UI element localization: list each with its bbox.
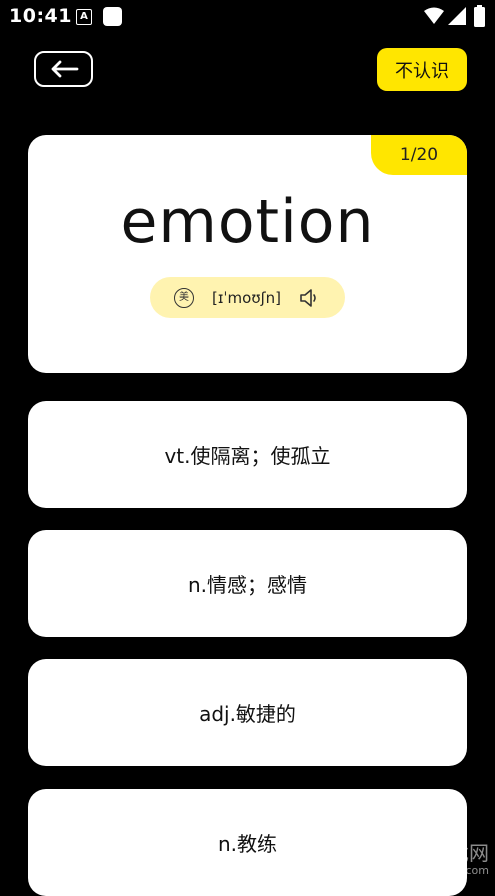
arrow-left-icon (51, 60, 78, 78)
watermark-main: 007游戏网 (390, 841, 489, 865)
word-text: emotion (120, 187, 375, 257)
option-card[interactable]: n.情感；感情 (28, 530, 467, 637)
notification-a-icon: A (76, 9, 92, 25)
pronunciation-button[interactable]: 美 [ɪˈmoʊʃn] (150, 277, 345, 318)
status-time: 10:41 (9, 5, 72, 27)
phonetic-text: [ɪˈmoʊʃn] (211, 288, 281, 307)
wifi-icon (424, 7, 444, 24)
back-button[interactable] (34, 51, 93, 87)
status-bar: 10:41 A (0, 0, 495, 34)
watermark: 007游戏网 www.yx007.com (391, 843, 489, 876)
unknown-word-button[interactable]: 不认识 (377, 48, 467, 91)
word-card: 1/20 emotion 美 [ɪˈmoʊʃn] (28, 135, 467, 373)
progress-badge: 1/20 (371, 135, 467, 175)
option-card[interactable]: adj.敏捷的 (28, 659, 467, 766)
option-card[interactable]: vt.使隔离；使孤立 (28, 401, 467, 508)
watermark-url: www.yx007.com (398, 864, 489, 877)
battery-icon (474, 5, 485, 27)
notification-square-icon (103, 7, 122, 26)
speaker-icon (300, 288, 316, 307)
us-accent-icon: 美 (173, 287, 194, 308)
signal-icon (448, 7, 466, 25)
